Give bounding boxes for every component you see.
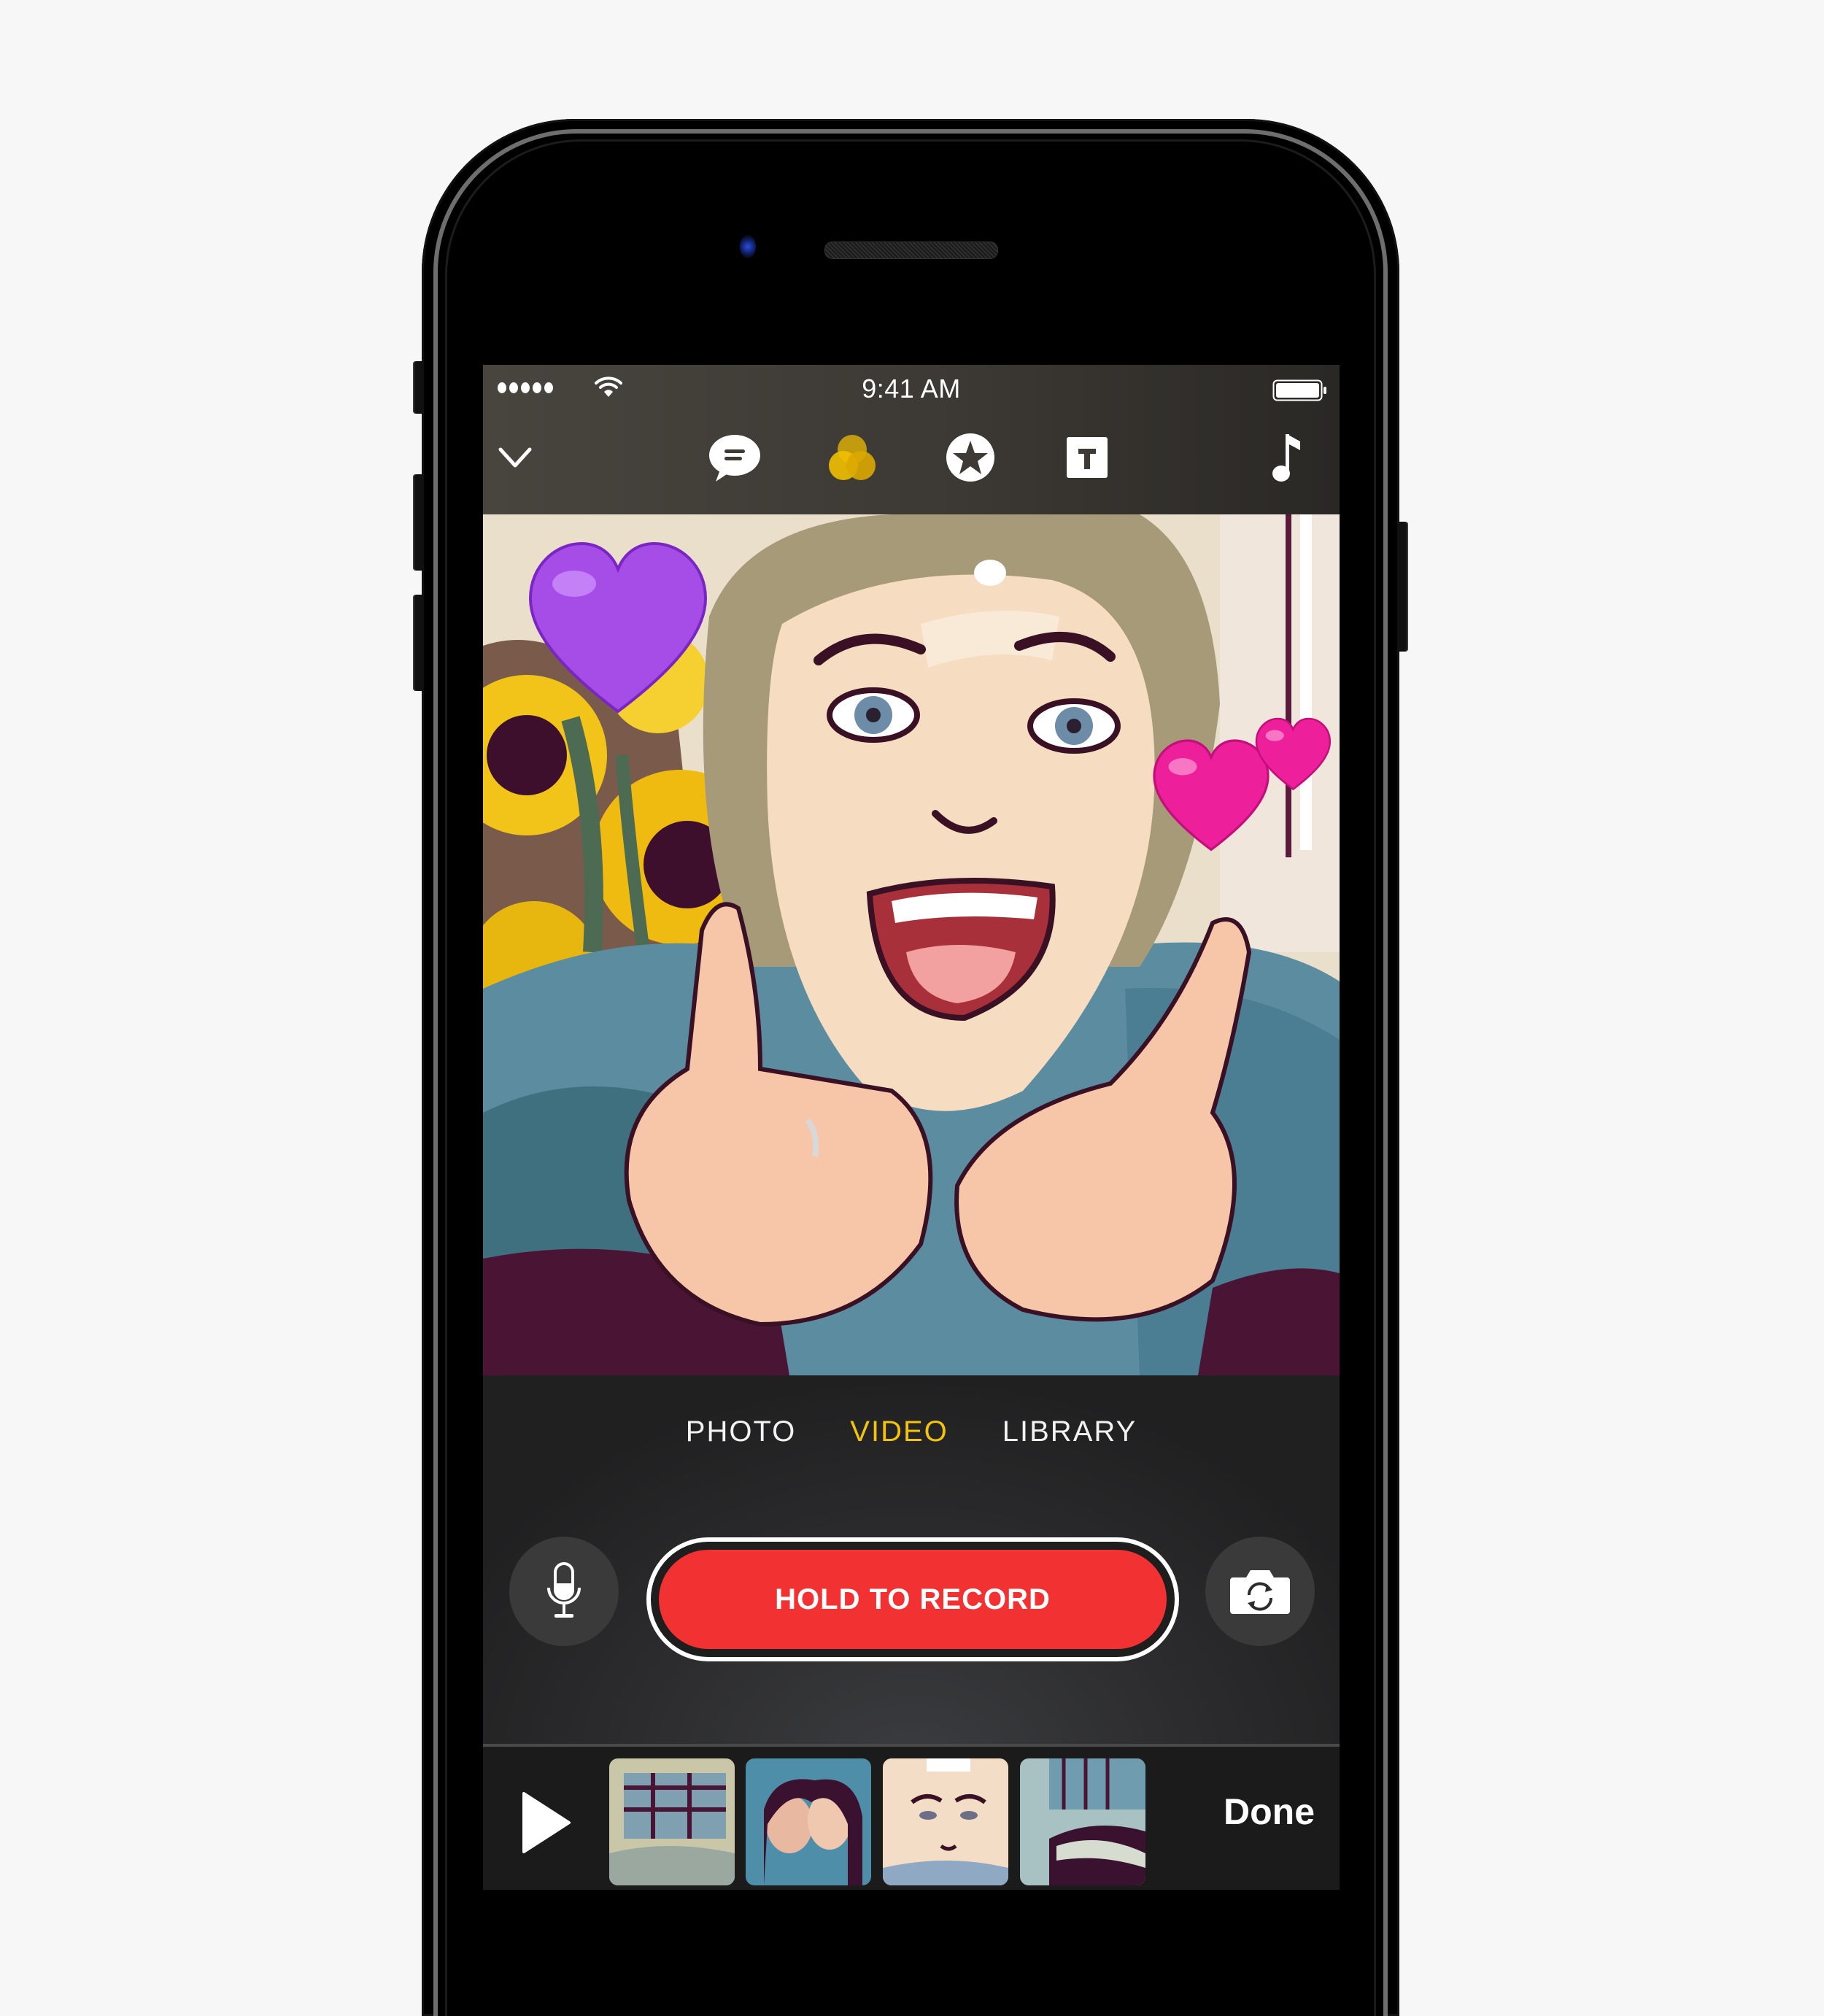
volume-up-button (413, 474, 422, 571)
mode-video[interactable]: VIDEO (847, 1416, 951, 1448)
collapse-button[interactable] (483, 425, 548, 490)
speech-bubbles-button[interactable] (702, 425, 768, 490)
record-button[interactable]: HOLD TO RECORD (646, 1537, 1179, 1661)
clip-thumbnail[interactable] (1020, 1758, 1145, 1885)
music-note-icon (1272, 434, 1300, 482)
text-t-icon (1067, 437, 1108, 478)
clip-thumbnail[interactable] (883, 1758, 1008, 1885)
clip-timeline: Done (483, 1744, 1340, 1890)
done-button[interactable]: Done (1224, 1791, 1315, 1833)
mute-switch (413, 361, 422, 414)
record-button-label: HOLD TO RECORD (659, 1550, 1167, 1649)
top-bar: 9:41 AM (483, 365, 1340, 514)
side-power-button (1399, 522, 1408, 652)
app-screen: 9:41 AM PHOTO VIDEO LIBRARY HOLD TO RECO… (483, 365, 1340, 1890)
play-icon[interactable] (521, 1792, 572, 1853)
status-time: 9:41 AM (862, 374, 961, 403)
chevron-down-icon (498, 447, 532, 468)
editor-toolbar (483, 409, 1340, 514)
camera-flip-icon (1230, 1570, 1290, 1614)
clip-thumbnail[interactable] (746, 1758, 871, 1885)
mode-selector: PHOTO VIDEO LIBRARY (483, 1416, 1340, 1448)
flip-camera-button[interactable] (1205, 1537, 1315, 1646)
microphone-button[interactable] (509, 1537, 619, 1646)
earpiece-speaker (824, 242, 998, 259)
camera-viewfinder[interactable] (483, 514, 1340, 1375)
star-circle-icon (946, 433, 994, 482)
music-button[interactable] (1255, 425, 1321, 490)
volume-down-button (413, 595, 422, 691)
clip-thumbnail[interactable] (609, 1758, 735, 1885)
mode-photo[interactable]: PHOTO (683, 1416, 800, 1448)
speech-bubble-icon (709, 435, 760, 482)
title-cards-button[interactable] (1054, 425, 1120, 490)
battery-icon (1272, 379, 1326, 401)
mode-library[interactable]: LIBRARY (1000, 1416, 1140, 1448)
status-bar: 9:41 AM (483, 365, 1340, 409)
viewfinder-image (483, 514, 1340, 1375)
front-camera (740, 235, 756, 258)
filters-button[interactable] (819, 425, 885, 490)
microphone-icon (547, 1562, 581, 1618)
stickers-button[interactable] (938, 425, 1003, 490)
filters-icon (829, 435, 876, 480)
